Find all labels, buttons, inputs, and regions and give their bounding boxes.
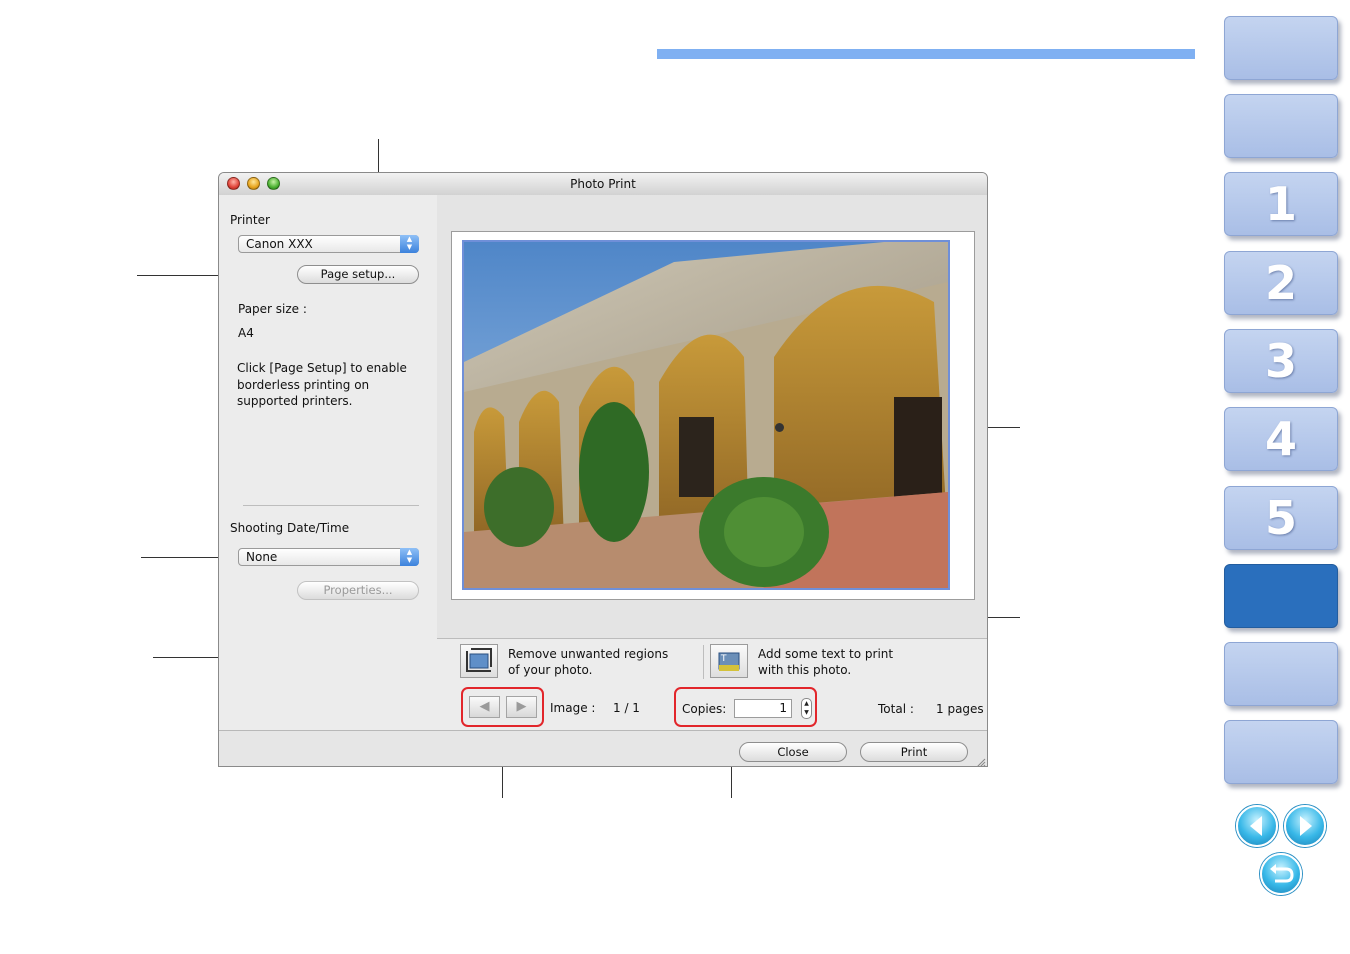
- properties-button[interactable]: Properties...: [297, 581, 419, 600]
- page-setup-button[interactable]: Page setup...: [297, 265, 419, 284]
- trim-tool-button[interactable]: [460, 644, 498, 678]
- total-label: Total :: [878, 702, 914, 716]
- paper-size-label: Paper size :: [238, 302, 307, 316]
- nav-tab-current[interactable]: [1224, 564, 1338, 628]
- trim-tool-description: Remove unwanted regions of your photo.: [508, 646, 668, 678]
- next-page-icon: [1300, 816, 1312, 836]
- next-page-button[interactable]: [1284, 805, 1326, 847]
- printer-label: Printer: [230, 213, 270, 227]
- printer-select[interactable]: Canon XXX ▲ ▼: [238, 235, 419, 253]
- photo-preview-image[interactable]: [462, 240, 950, 590]
- resize-grip-icon[interactable]: [976, 758, 986, 767]
- window-title: Photo Print: [570, 177, 636, 191]
- previous-page-button[interactable]: [1236, 805, 1278, 847]
- image-counter: 1 / 1: [613, 701, 640, 715]
- arcade-photo: [464, 242, 948, 588]
- add-text-icon: T: [718, 652, 740, 671]
- add-text-line: with this photo.: [758, 663, 852, 677]
- nav-tab-3[interactable]: 3: [1224, 329, 1338, 393]
- trim-line: of your photo.: [508, 663, 593, 677]
- highlight-copies: [674, 687, 817, 727]
- add-text-description: Add some text to print with this photo.: [758, 646, 893, 678]
- total-pages: 1 pages: [936, 702, 984, 716]
- nav-tab-1[interactable]: 1: [1224, 172, 1338, 236]
- tool-divider: [703, 645, 704, 679]
- callout-dot: [775, 423, 784, 432]
- hint-line: supported printers.: [237, 394, 353, 408]
- add-text-line: Add some text to print: [758, 647, 894, 661]
- close-button[interactable]: Close: [739, 742, 847, 762]
- hint-line: Click [Page Setup] to enable: [237, 361, 407, 375]
- popup-arrows-icon: ▲ ▼: [400, 235, 419, 253]
- popup-arrows-icon: ▲ ▼: [400, 548, 419, 566]
- highlight-image-arrows: [461, 687, 544, 727]
- shooting-date-label: Shooting Date/Time: [230, 521, 350, 535]
- window-titlebar[interactable]: Photo Print: [219, 173, 987, 196]
- trim-icon: [466, 648, 492, 672]
- return-button[interactable]: [1260, 853, 1302, 895]
- shooting-date-value: None: [246, 550, 278, 564]
- settings-pane: Printer Canon XXX ▲ ▼ Page setup... Paper…: [219, 195, 438, 730]
- hint-line: borderless printing on: [237, 377, 370, 392]
- settings-divider: [243, 505, 419, 506]
- printer-select-value: Canon XXX: [246, 237, 313, 251]
- borderless-hint: Click [Page Setup] to enable borderless …: [237, 360, 407, 410]
- image-label: Image :: [550, 701, 596, 715]
- svg-text:T: T: [720, 654, 727, 664]
- previous-page-icon: [1250, 816, 1262, 836]
- header-accent-bar: [657, 49, 1195, 59]
- nav-tab-5[interactable]: 5: [1224, 486, 1338, 550]
- dialog-button-bar: Close Print: [219, 730, 987, 767]
- paper-size-value: A4: [238, 326, 254, 340]
- return-icon: [1270, 864, 1294, 883]
- nav-tab-reference[interactable]: [1224, 642, 1338, 706]
- shooting-date-select[interactable]: None ▲ ▼: [238, 548, 419, 566]
- add-text-button[interactable]: T: [710, 644, 748, 678]
- nav-tab-contents[interactable]: [1224, 16, 1338, 80]
- trim-line: Remove unwanted regions: [508, 647, 669, 661]
- nav-tab-4[interactable]: 4: [1224, 407, 1338, 471]
- print-button[interactable]: Print: [860, 742, 968, 762]
- photo-print-window: Photo Print Printer Canon XXX ▲ ▼ Page se…: [218, 172, 988, 767]
- nav-tab-2[interactable]: 2: [1224, 251, 1338, 315]
- nav-tab-index[interactable]: [1224, 720, 1338, 784]
- nav-tab-intro[interactable]: [1224, 94, 1338, 158]
